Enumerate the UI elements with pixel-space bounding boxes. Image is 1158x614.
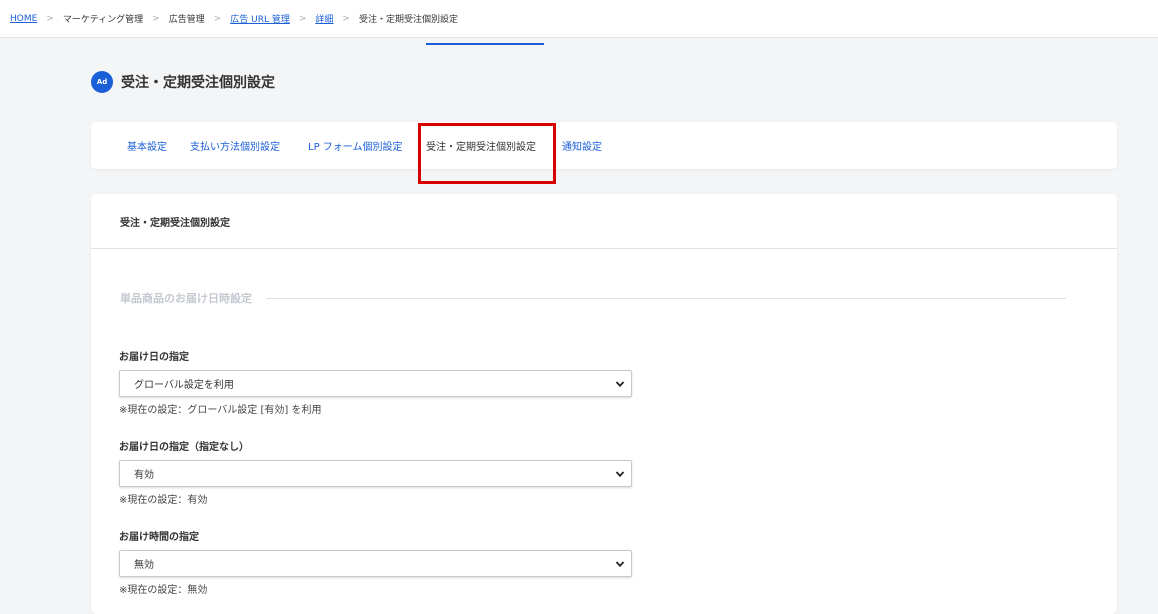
highlight-annotation (418, 123, 556, 184)
breadcrumb: HOME > マーケティング管理 > 広告管理 > 広告 URL 管理 > 詳細… (0, 0, 1158, 38)
active-tab-indicator (426, 43, 544, 45)
field-note: ※現在の設定：無効 (119, 585, 208, 596)
page-title: 受注・定期受注個別設定 (121, 75, 275, 91)
breadcrumb-separator: > (46, 13, 54, 24)
breadcrumb-ad-management: 広告管理 (168, 15, 205, 25)
select-value: 無効 (134, 560, 154, 571)
settings-card: 受注・定期受注個別設定 単品商品のお届け日時設定 お届け日の指定 グローバル設定… (91, 194, 1117, 614)
breadcrumb-separator: > (213, 13, 222, 24)
tab-payment-settings[interactable]: 支払い方法個別設定 (190, 122, 280, 169)
field-label: お届け日の指定 (119, 352, 189, 363)
breadcrumb-separator: > (152, 13, 160, 24)
card-title: 受注・定期受注個別設定 (91, 194, 1117, 249)
field-note: ※現在の設定：グローバル設定 [有効] を利用 (119, 405, 322, 416)
tab-basic-settings[interactable]: 基本設定 (127, 122, 167, 169)
chevron-down-icon (615, 380, 625, 387)
field-label: お届け日の指定（指定なし） (119, 442, 249, 453)
field-label: お届け時間の指定 (119, 532, 199, 543)
delivery-time-field: お届け時間の指定 無効 ※現在の設定：無効 (119, 528, 632, 596)
tab-notification-settings[interactable]: 通知設定 (562, 122, 602, 169)
breadcrumb-home[interactable]: HOME (10, 14, 37, 24)
select-value: グローバル設定を利用 (134, 380, 234, 391)
page-header: Ad 受注・定期受注個別設定 (91, 71, 275, 93)
ad-icon: Ad (91, 71, 113, 93)
section-heading: 単品商品のお届け日時設定 (120, 290, 1066, 306)
delivery-date-select[interactable]: グローバル設定を利用 (119, 370, 632, 397)
select-value: 有効 (134, 470, 154, 481)
field-note: ※現在の設定：有効 (119, 495, 208, 506)
breadcrumb-separator: > (342, 13, 350, 24)
tab-lp-form-settings[interactable]: LP フォーム個別設定 (308, 122, 402, 169)
breadcrumb-current: 受注・定期受注個別設定 (358, 15, 458, 25)
breadcrumb-separator: > (298, 13, 307, 24)
tab-bar: 基本設定 支払い方法個別設定 LP フォーム個別設定 受注・定期受注個別設定 通… (91, 122, 1117, 169)
section-divider (266, 297, 1066, 299)
breadcrumb-ad-url[interactable]: 広告 URL 管理 (230, 12, 290, 25)
delivery-date-unspecified-field: お届け日の指定（指定なし） 有効 ※現在の設定：有効 (119, 438, 632, 506)
breadcrumb-detail[interactable]: 詳細 (315, 12, 333, 25)
breadcrumb-marketing: マーケティング管理 (62, 15, 144, 25)
delivery-date-field: お届け日の指定 グローバル設定を利用 ※現在の設定：グローバル設定 [有効] を… (119, 348, 632, 416)
chevron-down-icon (615, 470, 625, 477)
delivery-date-unspecified-select[interactable]: 有効 (119, 460, 632, 487)
chevron-down-icon (615, 560, 625, 567)
section-heading-text: 単品商品のお届け日時設定 (120, 292, 252, 305)
delivery-time-select[interactable]: 無効 (119, 550, 632, 577)
